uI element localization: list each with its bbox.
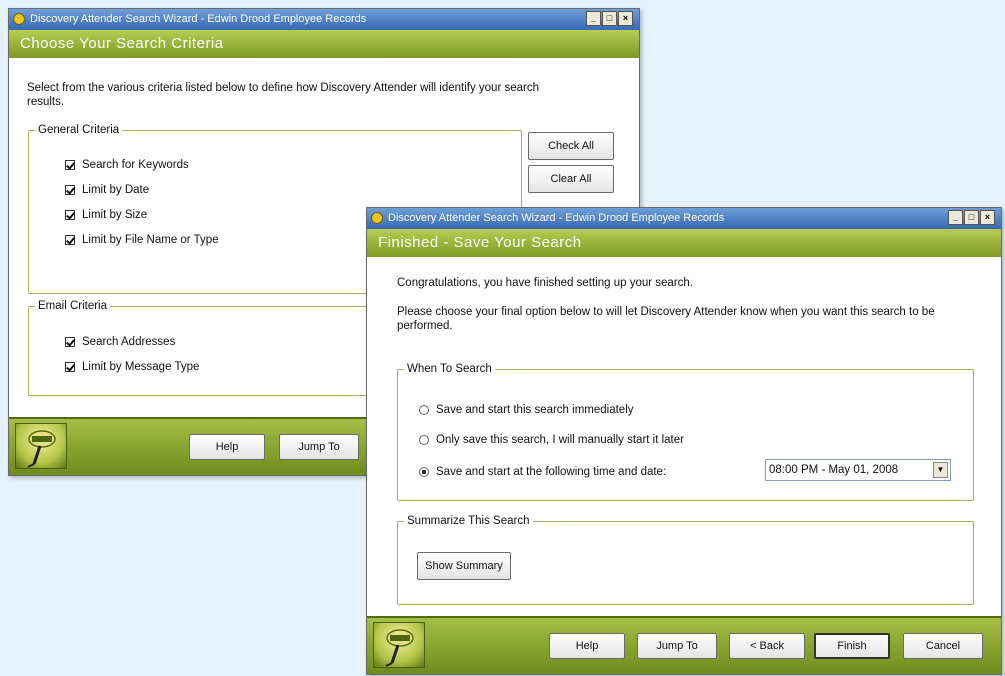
radio-icon[interactable]	[419, 405, 429, 415]
checkbox-icon[interactable]	[65, 362, 75, 372]
summarize-legend: Summarize This Search	[407, 515, 530, 527]
checkbox-icon[interactable]	[65, 337, 75, 347]
datetime-picker[interactable]: 08:00 PM - May 01, 2008 ▼	[765, 459, 951, 481]
show-summary-button[interactable]: Show Summary	[417, 552, 511, 580]
checkbox-icon[interactable]	[65, 160, 75, 170]
radio-scheduled[interactable]: Save and start at the following time and…	[419, 466, 666, 478]
close-button[interactable]: ×	[980, 210, 995, 225]
radio-icon[interactable]	[419, 435, 429, 445]
radio-save-only[interactable]: Only save this search, I will manually s…	[419, 434, 684, 446]
title-bar: Discovery Attender Search Wizard - Edwin…	[9, 9, 639, 30]
checkbox-limit-date[interactable]: Limit by Date	[65, 184, 149, 196]
checkbox-search-addresses[interactable]: Search Addresses	[65, 336, 175, 348]
checkbox-icon[interactable]	[65, 235, 75, 245]
title-bar: Discovery Attender Search Wizard - Edwin…	[367, 208, 1001, 229]
jump-to-button[interactable]: Jump To	[637, 633, 717, 659]
checkbox-icon[interactable]	[65, 185, 75, 195]
general-criteria-legend: General Criteria	[38, 124, 120, 136]
maximize-button[interactable]: □	[964, 210, 979, 225]
page-header: Choose Your Search Criteria	[9, 30, 639, 58]
page-header: Finished - Save Your Search	[367, 229, 1001, 257]
instruction-text: Please choose your final option below to…	[397, 306, 935, 332]
email-criteria-legend: Email Criteria	[38, 300, 108, 312]
checkbox-search-keywords[interactable]: Search for Keywords	[65, 159, 189, 171]
discovery-attender-logo	[373, 622, 425, 668]
window-title: Discovery Attender Search Wizard - Edwin…	[30, 13, 367, 25]
congrats-text: Congratulations, you have finished setti…	[397, 277, 693, 289]
close-button[interactable]: ×	[618, 11, 633, 26]
radio-selected-icon[interactable]	[419, 467, 429, 477]
discovery-attender-logo	[15, 423, 67, 469]
finish-button[interactable]: Finish	[814, 633, 890, 659]
window-title: Discovery Attender Search Wizard - Edwin…	[388, 212, 725, 224]
checkbox-icon[interactable]	[65, 210, 75, 220]
app-icon	[13, 13, 25, 25]
dropdown-arrow-icon[interactable]: ▼	[933, 462, 948, 478]
checkbox-limit-size[interactable]: Limit by Size	[65, 209, 147, 221]
checkbox-limit-message-type[interactable]: Limit by Message Type	[65, 361, 199, 373]
back-button[interactable]: < Back	[729, 633, 805, 659]
app-icon	[371, 212, 383, 224]
check-all-button[interactable]: Check All	[528, 132, 614, 160]
when-to-search-legend: When To Search	[407, 363, 492, 375]
help-button[interactable]: Help	[549, 633, 625, 659]
jump-to-button[interactable]: Jump To	[279, 434, 359, 460]
datetime-value: 08:00 PM - May 01, 2008	[769, 464, 899, 476]
minimize-button[interactable]: _	[948, 210, 963, 225]
footer-bar: Help Jump To < Back Finish Cancel	[367, 616, 1001, 674]
minimize-button[interactable]: _	[586, 11, 601, 26]
maximize-button[interactable]: □	[602, 11, 617, 26]
clear-all-button[interactable]: Clear All	[528, 165, 614, 193]
finished-save-window: Discovery Attender Search Wizard - Edwin…	[366, 207, 1002, 675]
help-button[interactable]: Help	[189, 434, 265, 460]
radio-start-immediately[interactable]: Save and start this search immediately	[419, 404, 634, 416]
checkbox-limit-filename[interactable]: Limit by File Name or Type	[65, 234, 219, 246]
cancel-button[interactable]: Cancel	[903, 633, 983, 659]
intro-text: Select from the various criteria listed …	[27, 82, 539, 108]
